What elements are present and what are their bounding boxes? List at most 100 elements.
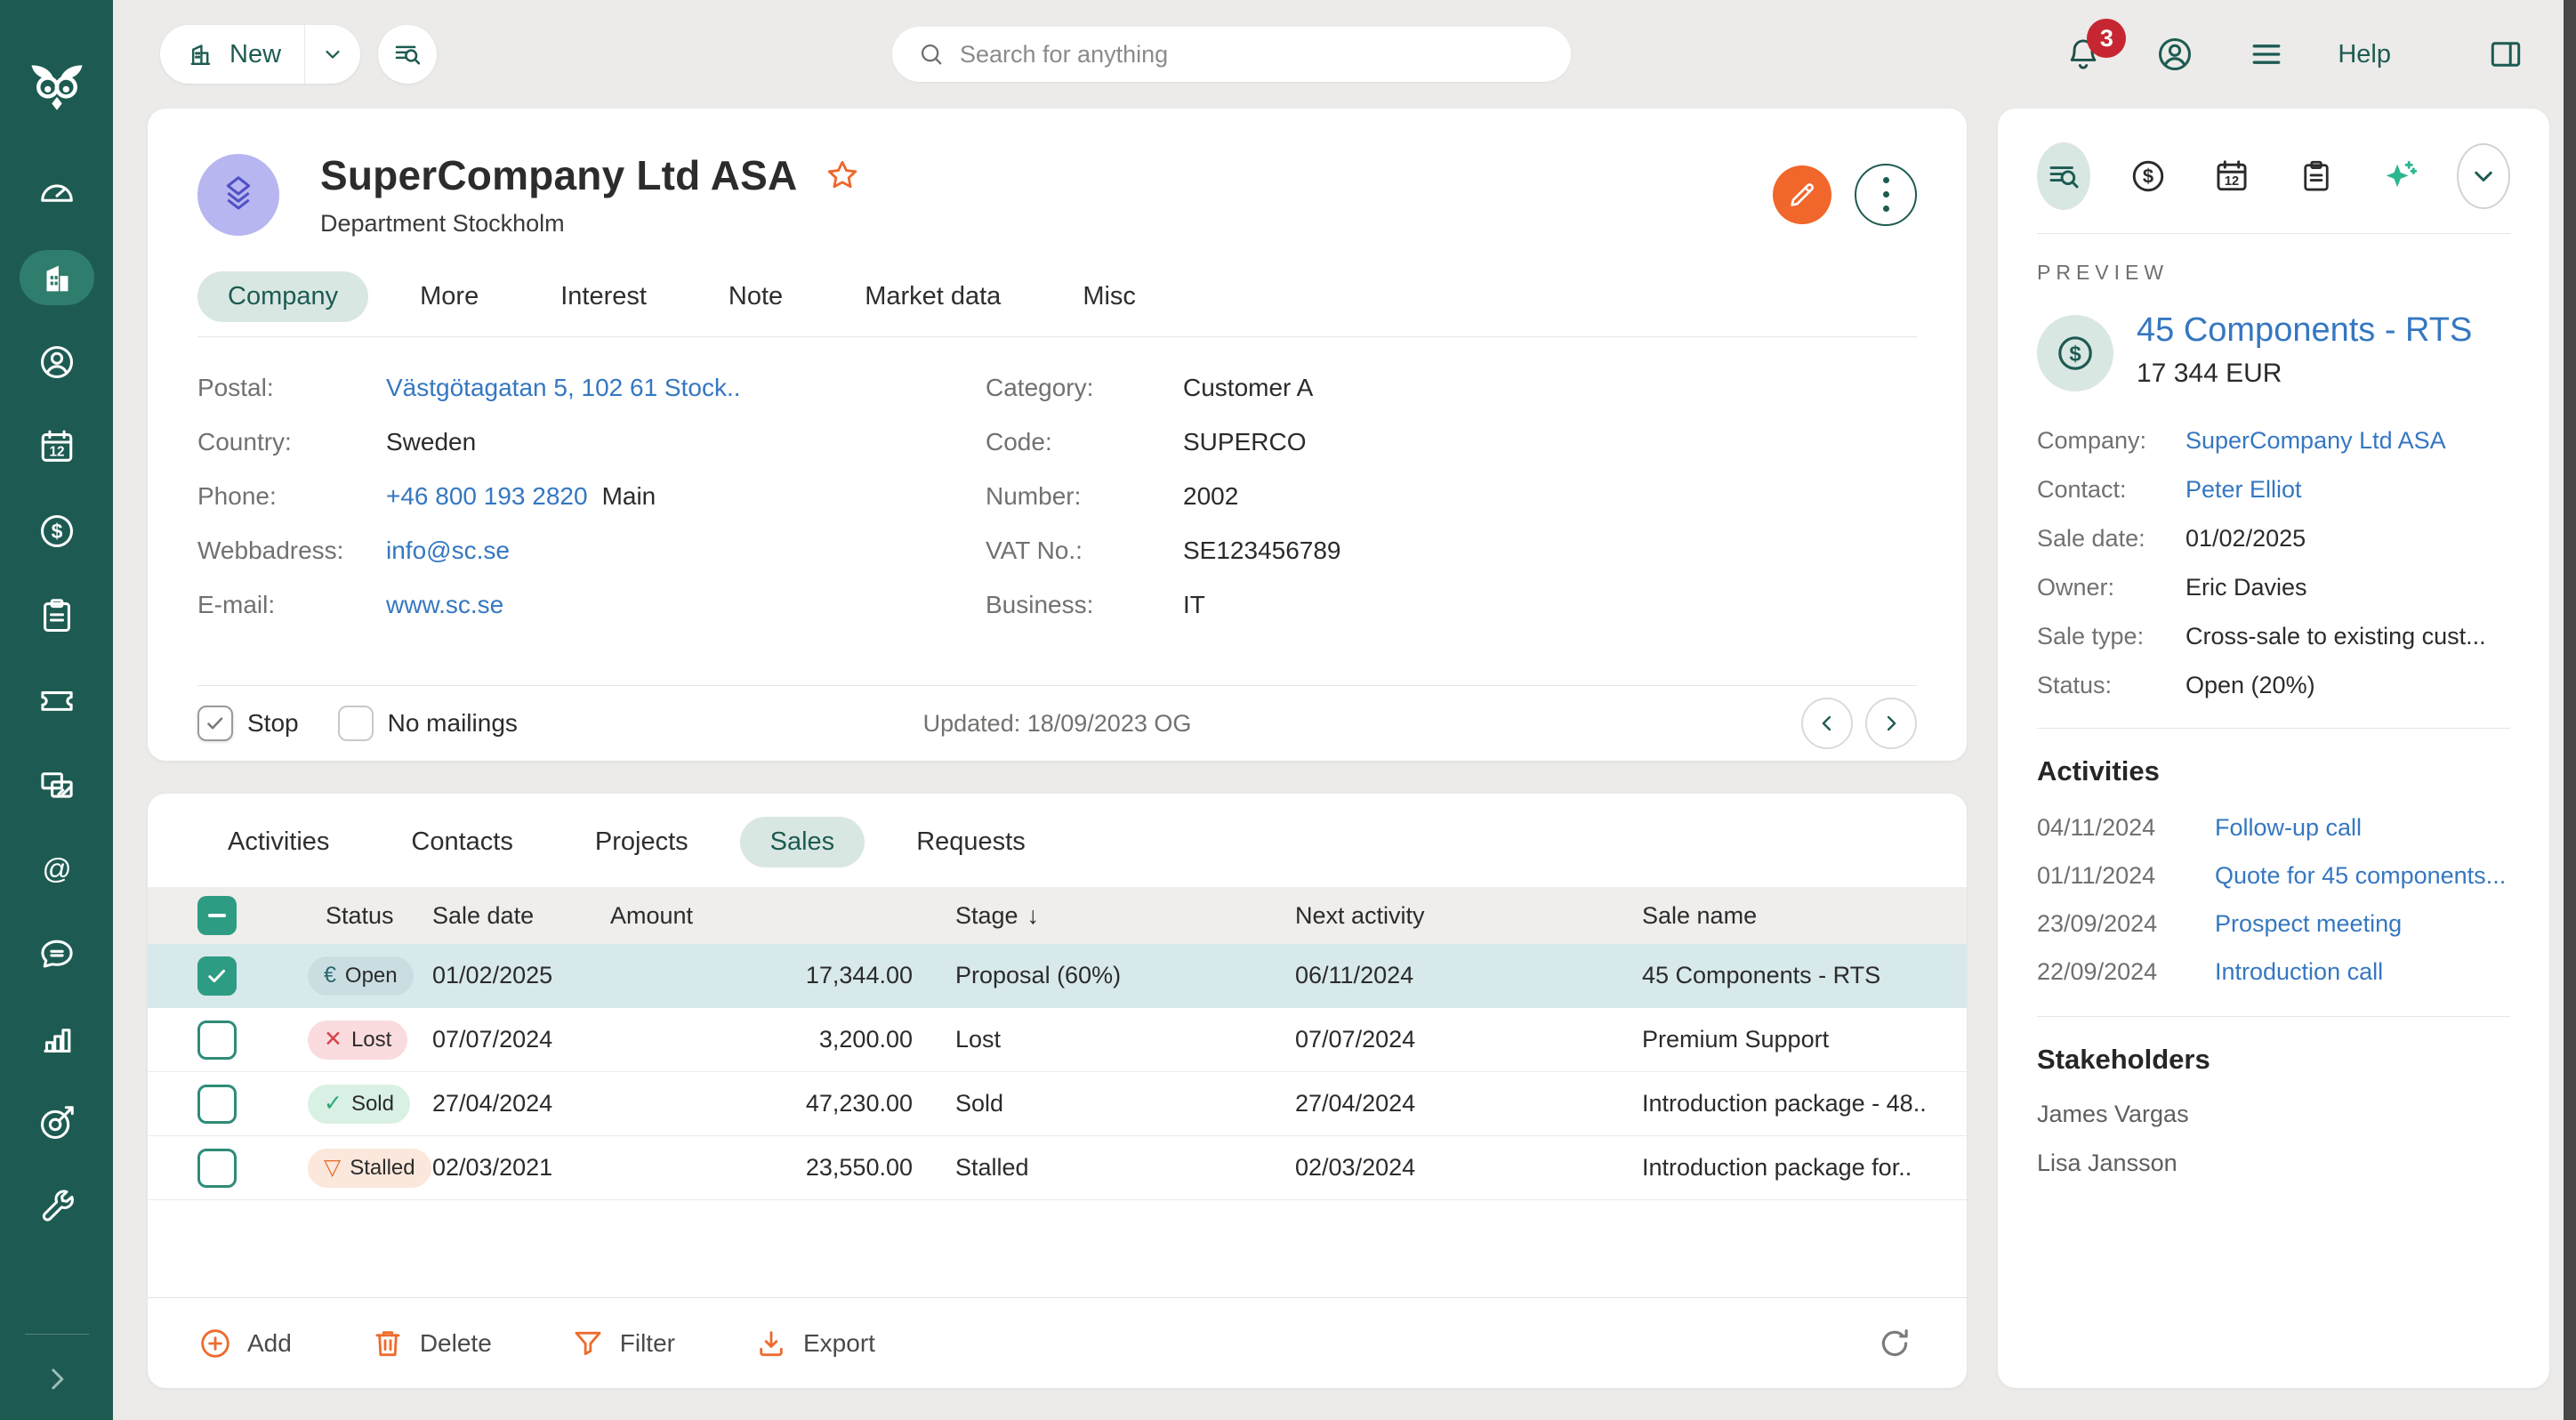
field-code: Code: SUPERCO [986,427,1341,457]
sidebar-divider [25,1334,89,1335]
profile-button[interactable] [2154,34,2195,75]
activities-heading: Activities [2037,755,2510,787]
column-header-next-activity[interactable]: Next activity [1295,902,1642,930]
menu-button[interactable] [2247,35,2286,74]
filter-button[interactable]: Filter [570,1326,675,1361]
favorite-star-icon[interactable] [824,157,861,194]
divider [2037,728,2510,729]
preview-label: PREVIEW [2037,261,2510,285]
tab-contacts[interactable]: Contacts [381,817,543,867]
column-header-sale-date[interactable]: Sale date [432,902,610,930]
sale-row-1[interactable]: €Open 01/02/2025 17,344.00 Proposal (60%… [148,944,1967,1008]
column-header-stage[interactable]: Stage ↓ [913,902,1295,930]
sales-table-header: Status Sale date Amount Stage ↓ Next act… [148,887,1967,944]
export-button[interactable]: Export [753,1326,875,1361]
preview-tab-notes[interactable] [2289,142,2342,210]
sidebar-item-projects[interactable] [20,588,94,643]
help-link[interactable]: Help [2338,40,2391,69]
more-actions-button[interactable] [1855,164,1917,226]
sidebar-item-reports[interactable] [20,1011,94,1066]
activity-link[interactable]: Follow-up call [2215,814,2362,842]
tab-sales[interactable]: Sales [740,817,865,867]
list-search-icon [391,38,423,70]
svg-text:12: 12 [2225,174,2239,189]
sale-row-4[interactable]: ▽Stalled 02/03/2021 23,550.00 Stalled 02… [148,1136,1967,1200]
sidebar-item-marketing[interactable] [20,1095,94,1150]
phone-link[interactable]: +46 800 193 2820 [386,481,588,512]
sale-row-3[interactable]: ✓Sold 27/04/2024 47,230.00 Sold 27/04/20… [148,1072,1967,1136]
edit-button[interactable] [1773,165,1831,224]
tab-company[interactable]: Company [197,271,368,322]
column-header-sale-name[interactable]: Sale name [1642,902,1967,930]
activity-link[interactable]: Quote for 45 components... [2215,862,2506,890]
delete-button[interactable]: Delete [370,1326,492,1361]
new-dropdown-button[interactable] [305,25,360,84]
add-button[interactable]: Add [197,1326,292,1361]
tab-misc[interactable]: Misc [1052,271,1166,322]
activity-link[interactable]: Prospect meeting [2215,910,2402,938]
postal-link[interactable]: Västgötagatan 5, 102 61 Stock.. [386,373,741,403]
chevron-down-icon [320,42,345,67]
previous-record-button[interactable] [1801,698,1853,749]
sidebar-item-sales[interactable]: $ [20,504,94,559]
sidebar-item-company[interactable] [20,250,94,305]
search-input[interactable] [960,41,1546,69]
row-checkbox[interactable] [197,1149,237,1188]
tab-requests[interactable]: Requests [886,817,1056,867]
company-link[interactable]: SuperCompany Ltd ASA [2186,427,2446,455]
sidebar-item-diary[interactable]: 12 [20,419,94,474]
search-icon [917,40,946,69]
find-button[interactable] [378,25,437,84]
row-checkbox[interactable] [197,1085,237,1124]
side-panel-toggle-button[interactable] [2487,36,2524,73]
sidebar-item-chat[interactable] [20,926,94,981]
refresh-button[interactable] [1876,1325,1913,1362]
tab-interest[interactable]: Interest [530,271,677,322]
at-sign-icon: @ [36,849,77,890]
select-all-checkbox[interactable] [197,896,237,935]
row-checkbox[interactable] [197,1021,237,1060]
tab-more[interactable]: More [390,271,509,322]
sidebar-item-requests[interactable] [20,673,94,728]
tab-note[interactable]: Note [698,271,813,322]
sidebar-expand-button[interactable] [39,1361,75,1397]
check-icon: ✓ [324,1093,342,1115]
sale-row-2[interactable]: ✕Lost 07/07/2024 3,200.00 Lost 07/07/202… [148,1008,1967,1072]
no-mailings-checkbox[interactable] [338,706,374,741]
hamburger-icon [2247,35,2286,74]
no-mailings-label: No mailings [388,709,518,738]
sales-panel: Activities Contacts Projects Sales Reque… [148,794,1967,1388]
preview-tab-sale[interactable]: $ [2121,142,2174,210]
person-circle-icon [2154,34,2195,75]
row-checkbox[interactable] [197,956,237,996]
column-header-status[interactable]: Status [308,902,432,930]
contact-link[interactable]: Peter Elliot [2186,476,2302,504]
field-email: E-mail: www.sc.se [197,590,986,620]
company-subtitle: Department Stockholm [320,210,861,238]
stop-checkbox[interactable] [197,706,233,741]
sidebar-item-dashboard[interactable] [20,165,94,221]
ticket-icon [36,680,77,721]
next-record-button[interactable] [1865,698,1917,749]
preview-tab-ai[interactable] [2373,142,2427,210]
notification-count-badge: 3 [2087,19,2126,58]
sidebar-item-mailings[interactable]: @ [20,842,94,897]
preview-tab-details[interactable] [2037,142,2090,210]
tab-market-data[interactable]: Market data [834,271,1031,322]
notifications-button[interactable]: 3 [2064,35,2103,74]
sidebar-item-settings[interactable] [20,1180,94,1235]
activity-link[interactable]: Introduction call [2215,958,2383,986]
tab-projects[interactable]: Projects [565,817,719,867]
preview-tab-calendar[interactable]: 12 [2205,142,2258,210]
new-button[interactable]: New [160,25,360,84]
window-scrollbar[interactable] [2564,0,2576,1420]
collapse-panel-button[interactable] [2457,143,2510,209]
sidebar-item-selections[interactable] [20,757,94,812]
email-link[interactable]: www.sc.se [386,590,503,620]
webaddress-link[interactable]: info@sc.se [386,536,510,566]
preview-sale-title-link[interactable]: 45 Components - RTS [2137,311,2472,350]
sidebar-item-contacts[interactable] [20,335,94,390]
tab-activities[interactable]: Activities [197,817,359,867]
column-header-amount[interactable]: Amount [610,902,913,930]
global-search[interactable] [892,27,1571,82]
